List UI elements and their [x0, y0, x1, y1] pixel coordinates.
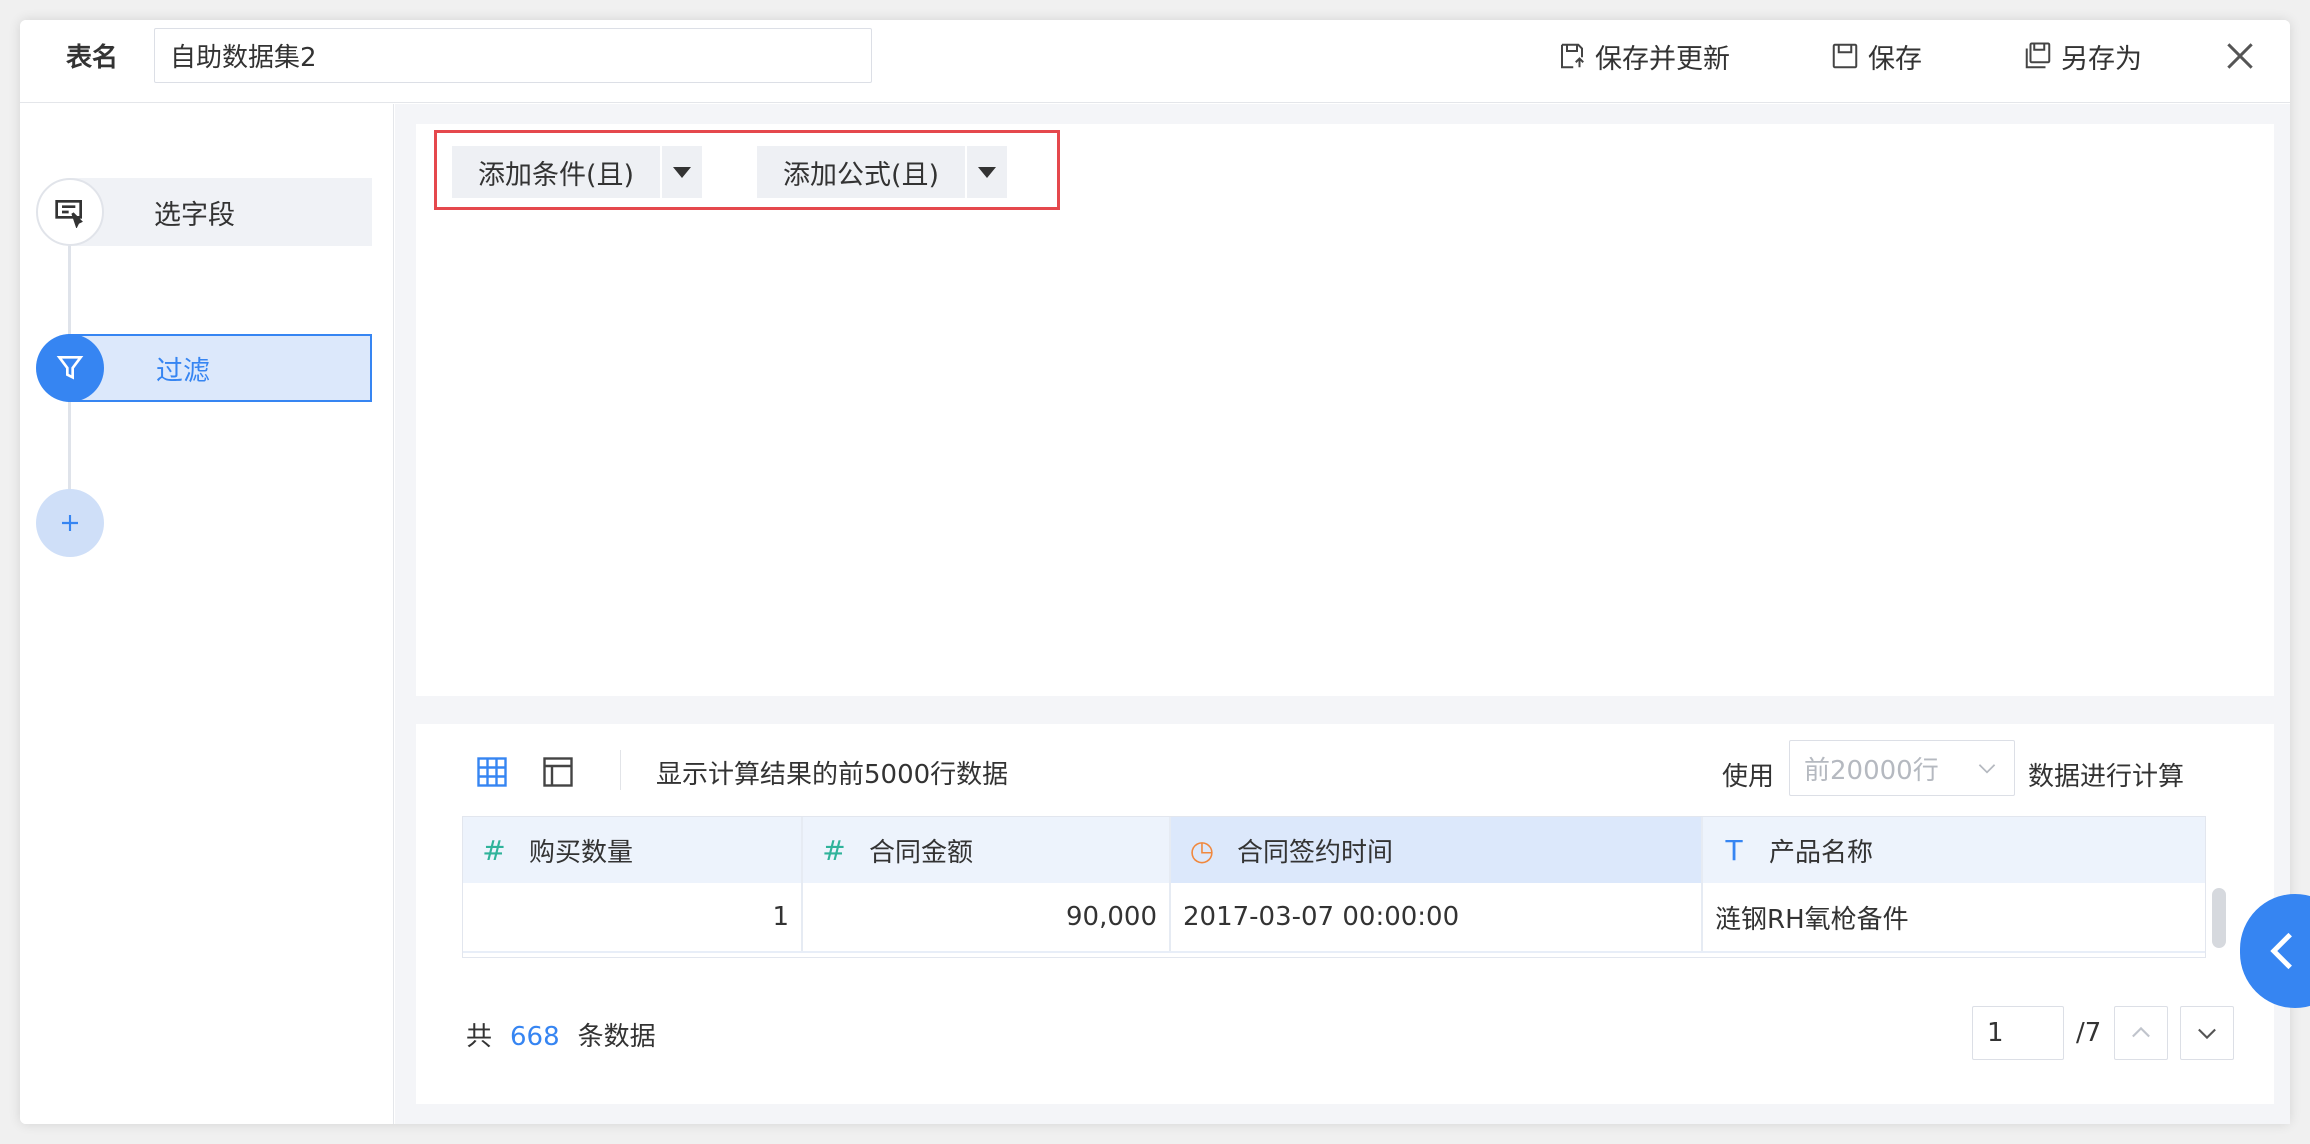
- table-name-input[interactable]: [154, 28, 872, 83]
- use-label: 使用: [1722, 762, 1775, 792]
- total-count-prefix: 共: [466, 1022, 493, 1052]
- column-header-label: 购买数量: [529, 837, 634, 868]
- table-header-row: # 购买数量 # 合同金额 ◷ 合同签约时间 T 产品名称: [463, 817, 2205, 883]
- add-formula-button[interactable]: 添加公式(且): [757, 146, 965, 198]
- caret-down-icon: [673, 166, 692, 178]
- add-condition-dropdown[interactable]: [660, 146, 702, 198]
- save-icon: [1832, 43, 1858, 69]
- add-condition-button[interactable]: 添加条件(且): [452, 146, 660, 198]
- chevron-down-icon: [2198, 1028, 2216, 1040]
- column-header-sign-date[interactable]: ◷ 合同签约时间: [1171, 817, 1703, 883]
- add-formula-label: 添加公式(且): [783, 159, 940, 191]
- save-as-icon: [2025, 42, 2051, 69]
- column-header-label: 合同金额: [869, 837, 974, 868]
- plus-icon: [62, 515, 78, 531]
- table-row: 1 90,000 2017-03-07 00:00:00 涟钢RH氧枪备件: [463, 883, 2205, 953]
- total-count-value: 668: [510, 1022, 560, 1052]
- chevron-left-icon: [2270, 932, 2292, 970]
- add-condition-split-button: 添加条件(且): [452, 146, 703, 198]
- page-total: /7: [2076, 1018, 2102, 1048]
- save-as-label: 另存为: [2061, 43, 2142, 75]
- table-cell: 90,000: [803, 883, 1171, 951]
- clock-icon: ◷: [1189, 833, 1215, 867]
- add-condition-label: 添加条件(且): [478, 159, 635, 191]
- save-button[interactable]: 保存: [1830, 34, 1922, 78]
- column-header-label: 合同签约时间: [1237, 837, 1394, 868]
- filter-icon: [36, 334, 104, 402]
- page-number-input[interactable]: [1972, 1006, 2064, 1060]
- column-header-product-name[interactable]: T 产品名称: [1703, 817, 2205, 883]
- chevron-up-icon: [2132, 1026, 2150, 1038]
- close-icon[interactable]: [2220, 36, 2260, 76]
- layout-view-icon[interactable]: [540, 754, 576, 790]
- preview-info-text: 显示计算结果的前5000行数据: [656, 760, 1009, 790]
- step-filter[interactable]: 过滤: [68, 334, 372, 402]
- calc-label: 数据进行计算: [2028, 762, 2185, 792]
- table-cell: 涟钢RH氧枪备件: [1703, 883, 2205, 951]
- save-label: 保存: [1868, 43, 1922, 75]
- text-type-icon: T: [1725, 833, 1743, 867]
- dialog-header: 表名 保存并更新 保存 另存为: [20, 20, 2290, 103]
- rows-select-value: 前20000行: [1804, 755, 1939, 786]
- total-count-suffix: 条数据: [577, 1022, 656, 1052]
- prev-page-button[interactable]: [2114, 1006, 2168, 1060]
- grid-view-icon[interactable]: [474, 754, 510, 790]
- save-update-icon: [1561, 43, 1584, 69]
- add-formula-dropdown[interactable]: [965, 146, 1007, 198]
- save-as-button[interactable]: 另存为: [2023, 34, 2142, 78]
- preview-table: # 购买数量 # 合同金额 ◷ 合同签约时间 T 产品名称 1 90,000 2…: [462, 816, 2206, 958]
- table-name-label: 表名: [66, 43, 119, 73]
- save-and-update-button[interactable]: 保存并更新: [1557, 34, 1730, 78]
- column-header-quantity[interactable]: # 购买数量: [463, 817, 803, 883]
- step-select-fields-label: 选字段: [154, 199, 235, 231]
- step-column: [20, 104, 394, 1124]
- next-page-button[interactable]: [2180, 1006, 2234, 1060]
- column-header-label: 产品名称: [1769, 837, 1874, 868]
- step-filter-label: 过滤: [156, 355, 210, 387]
- add-formula-split-button: 添加公式(且): [757, 146, 1008, 198]
- select-field-icon: [36, 178, 104, 246]
- number-type-icon: #: [822, 833, 846, 867]
- toolbar-divider: [620, 750, 621, 790]
- number-type-icon: #: [482, 833, 506, 867]
- chevron-down-icon: [1978, 764, 1996, 774]
- save-and-update-label: 保存并更新: [1595, 43, 1730, 75]
- rows-select[interactable]: 前20000行: [1789, 740, 2015, 796]
- add-step-button[interactable]: [36, 489, 104, 557]
- total-count: 共 668 条数据: [466, 1016, 656, 1053]
- caret-down-icon: [978, 166, 997, 178]
- table-scrollbar[interactable]: [2212, 888, 2226, 948]
- column-header-amount[interactable]: # 合同金额: [803, 817, 1171, 883]
- table-cell: 1: [463, 883, 803, 951]
- table-cell: 2017-03-07 00:00:00: [1171, 883, 1703, 951]
- step-select-fields[interactable]: 选字段: [68, 178, 372, 246]
